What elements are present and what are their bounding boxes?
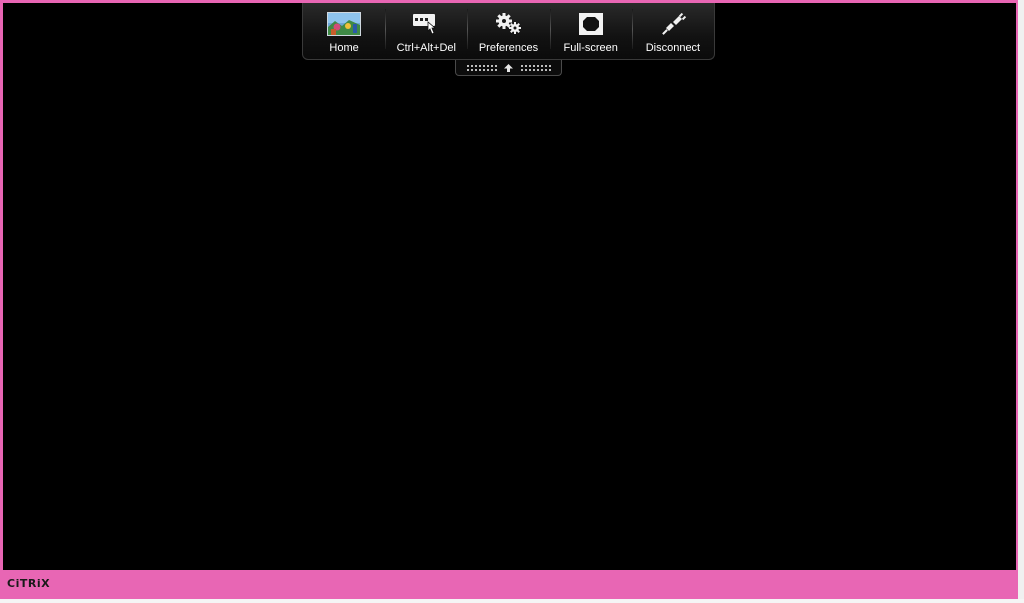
- preferences-button[interactable]: Preferences: [467, 3, 549, 59]
- unplug-icon: [655, 11, 691, 37]
- gears-icon: [491, 11, 527, 37]
- home-label: Home: [329, 42, 359, 54]
- remote-session-area[interactable]: [3, 3, 1016, 570]
- ctrl-alt-del-label: Ctrl+Alt+Del: [396, 42, 456, 54]
- ctrl-alt-del-button[interactable]: Ctrl+Alt+Del: [385, 3, 467, 59]
- right-edge: [1018, 0, 1024, 603]
- disconnect-button[interactable]: Disconnect: [631, 3, 714, 59]
- session-toolbar: Home Ctrl+Alt+Del Preferences Full-scree…: [302, 3, 715, 60]
- grip-right: [520, 63, 551, 72]
- citrix-logo: CiTRiX: [7, 577, 51, 590]
- full-screen-label: Full-screen: [563, 42, 618, 54]
- home-button[interactable]: Home: [303, 3, 385, 59]
- keyboard-hand-icon: [408, 11, 444, 37]
- arrow-up-icon: [504, 59, 513, 77]
- full-screen-button[interactable]: Full-screen: [549, 3, 632, 59]
- toolbar-collapse-handle[interactable]: [455, 60, 562, 76]
- desktop-photo-icon: [326, 11, 362, 37]
- preferences-label: Preferences: [478, 42, 539, 54]
- fullscreen-icon: [573, 11, 609, 37]
- grip-left: [466, 63, 497, 72]
- bottom-edge: [0, 599, 1024, 603]
- disconnect-label: Disconnect: [645, 42, 701, 54]
